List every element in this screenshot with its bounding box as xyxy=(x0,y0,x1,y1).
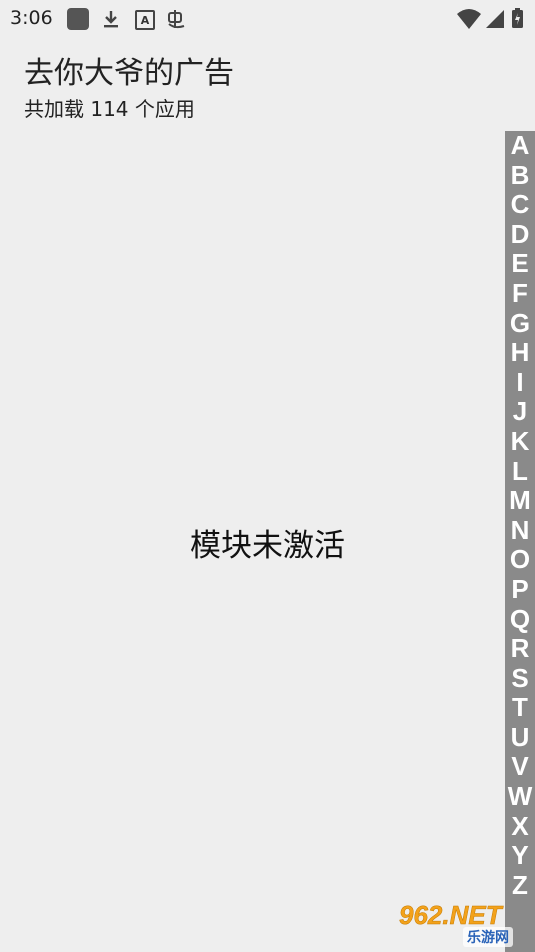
a-icon: A xyxy=(135,10,155,30)
app-subtitle: 共加载 114 个应用 xyxy=(24,97,195,121)
signal-icon xyxy=(485,9,505,29)
alphabet-index-letter[interactable]: E xyxy=(505,249,535,279)
alphabet-index-letter[interactable]: U xyxy=(505,722,535,753)
alphabet-index-letter[interactable]: D xyxy=(505,219,535,250)
alphabet-index-letter[interactable]: G xyxy=(505,308,535,339)
module-inactive-message: 模块未激活 xyxy=(190,528,345,564)
alphabet-index-letter[interactable]: L xyxy=(505,456,535,487)
status-time: 3:06 xyxy=(10,7,53,29)
alphabet-index-letter[interactable]: B xyxy=(505,160,535,191)
alphabet-index-letter[interactable]: X xyxy=(505,811,535,842)
alphabet-index-letter[interactable]: N xyxy=(505,515,535,546)
alphabet-index-bar[interactable]: ABCDEFGHIJKLMNOPQRSTUVWXYZ xyxy=(505,131,535,952)
alphabet-index-letter[interactable]: C xyxy=(505,190,535,220)
alphabet-index-letter[interactable]: I xyxy=(505,367,535,398)
alphabet-index-letter[interactable]: P xyxy=(505,574,535,605)
a-icon-letter: A xyxy=(140,13,150,27)
alphabet-index-letter[interactable]: H xyxy=(505,338,535,368)
alphabet-index-letter[interactable]: J xyxy=(505,397,535,427)
wifi-icon xyxy=(456,8,482,30)
bug-icon xyxy=(164,7,188,31)
alphabet-index-letter[interactable]: Q xyxy=(505,604,535,635)
download-icon xyxy=(100,8,122,30)
status-bar: 3:06 A xyxy=(0,0,535,38)
watermark-logo: 962.NET 乐游网 xyxy=(395,900,530,948)
alphabet-index-letter[interactable]: O xyxy=(505,545,535,575)
battery-icon xyxy=(512,8,523,28)
alphabet-index-letter[interactable]: K xyxy=(505,426,535,457)
watermark-sub-text: 乐游网 xyxy=(463,927,513,947)
square-app-icon xyxy=(67,8,89,30)
app-title: 去你大爷的广告 xyxy=(24,56,234,91)
alphabet-index-letter[interactable]: M xyxy=(505,486,535,516)
alphabet-index-letter[interactable]: Y xyxy=(505,841,535,871)
alphabet-index-letter[interactable]: R xyxy=(505,633,535,664)
alphabet-index-letter[interactable]: A xyxy=(505,131,535,161)
alphabet-index-letter[interactable]: T xyxy=(505,693,535,723)
alphabet-index-letter[interactable]: Z xyxy=(505,870,535,901)
alphabet-index-letter[interactable]: S xyxy=(505,663,535,694)
alphabet-index-letter[interactable]: W xyxy=(505,781,535,812)
alphabet-index-letter[interactable]: V xyxy=(505,752,535,782)
alphabet-index-letter[interactable]: F xyxy=(505,278,535,309)
